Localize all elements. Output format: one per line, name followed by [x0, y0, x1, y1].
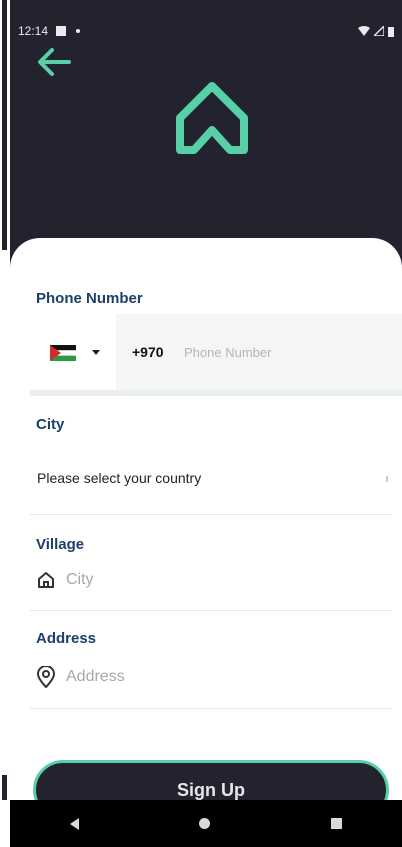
dropdown-indicator-icon: [386, 476, 388, 482]
city-select[interactable]: Please select your country: [37, 470, 201, 486]
app-logo: [172, 80, 252, 160]
left-edge-bar: [2, 0, 7, 250]
status-right: [358, 26, 394, 37]
status-bar: 12:14: [18, 22, 394, 40]
address-label: Address: [36, 630, 97, 647]
country-code-picker[interactable]: [30, 314, 116, 390]
location-pin-icon: [36, 666, 56, 688]
notification-dot-icon: [76, 29, 81, 33]
nav-recents-icon[interactable]: [330, 818, 342, 829]
village-label: Village: [36, 536, 85, 553]
status-time: 12:14: [18, 24, 49, 38]
village-divider: [30, 610, 392, 611]
village-field[interactable]: City: [36, 570, 94, 590]
phone-number-label: Phone Number: [36, 290, 143, 307]
left-edge: [0, 0, 10, 800]
home-icon: [38, 572, 54, 588]
left-edge-bar-bottom: [2, 775, 7, 800]
nav-home-icon[interactable]: [199, 818, 211, 829]
phone-number-input[interactable]: +970 Phone Number: [116, 314, 402, 390]
system-nav-bar: [10, 800, 402, 847]
phone-number-field: +970 Phone Number: [30, 314, 402, 390]
address-field[interactable]: Address: [36, 666, 125, 688]
battery-icon: [388, 26, 394, 37]
phone-field-divider: [30, 390, 402, 396]
city-label: City: [36, 416, 65, 433]
address-placeholder: Address: [66, 668, 125, 685]
address-divider: [30, 708, 392, 709]
city-divider: [30, 514, 392, 515]
signal-icon: [374, 26, 384, 36]
house-logo-icon: [176, 82, 248, 154]
chevron-down-icon: [92, 350, 100, 355]
village-placeholder: City: [66, 571, 94, 588]
phone-number-placeholder: Phone Number: [184, 345, 272, 360]
dial-code: +970: [132, 344, 164, 360]
nav-back-icon[interactable]: [70, 817, 80, 830]
notification-icon: [56, 26, 67, 36]
app-screen: 12:14 Phone Number +970 Phone Number Cit…: [0, 0, 402, 847]
back-button[interactable]: [35, 45, 73, 79]
wifi-icon: [358, 26, 370, 36]
arrow-left-icon: [38, 48, 71, 76]
palestine-flag-icon: [50, 345, 76, 361]
